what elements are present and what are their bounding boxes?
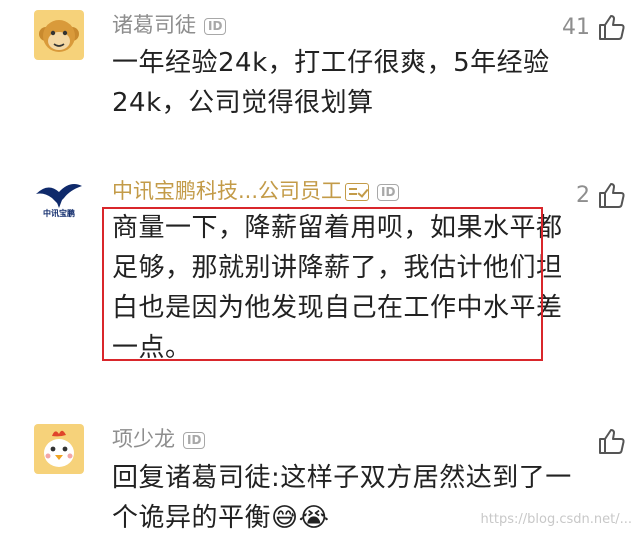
username-text[interactable]: 项少龙 (112, 427, 175, 451)
chicken-avatar[interactable] (34, 424, 84, 474)
comment-text: 一年经验24k，打工仔很爽，5年经验 24k，公司觉得很划算 (112, 43, 550, 123)
company-logo-text: 中讯宝鹏 (43, 209, 75, 218)
like-button[interactable]: 41 (562, 12, 626, 42)
username[interactable]: 项少龙 ID (112, 426, 206, 452)
id-badge: ID (377, 183, 400, 201)
highlight-box (102, 207, 543, 361)
company-logo-avatar[interactable]: 中讯宝鹏 (34, 178, 84, 228)
username[interactable]: 中讯宝鹏科技...公司员工 ID (112, 178, 400, 204)
thumbs-up-icon[interactable] (596, 12, 626, 42)
watermark: https://blog.csdn.net/... (480, 512, 632, 527)
username-text[interactable]: 中讯宝鹏科技...公司员工 (112, 179, 342, 203)
username-text[interactable]: 诸葛司徒 (112, 13, 196, 37)
monkey-avatar[interactable] (34, 10, 84, 60)
like-count: 41 (562, 14, 590, 40)
id-badge: ID (183, 431, 206, 449)
comment-line: 24k，公司觉得很划算 (112, 88, 374, 118)
verified-staff-icon (345, 183, 370, 201)
comment-line: 回复诸葛司徒:这样子双方居然达到了一 (112, 463, 572, 493)
id-badge: ID (204, 17, 227, 35)
like-button[interactable]: 2 (576, 180, 626, 210)
like-button[interactable] (596, 426, 626, 456)
thumbs-up-icon[interactable] (596, 426, 626, 456)
thumbs-up-icon[interactable] (596, 180, 626, 210)
comment-line: 一年经验24k，打工仔很爽，5年经验 (112, 48, 550, 78)
like-count: 2 (576, 182, 590, 208)
username[interactable]: 诸葛司徒 ID (112, 12, 227, 38)
